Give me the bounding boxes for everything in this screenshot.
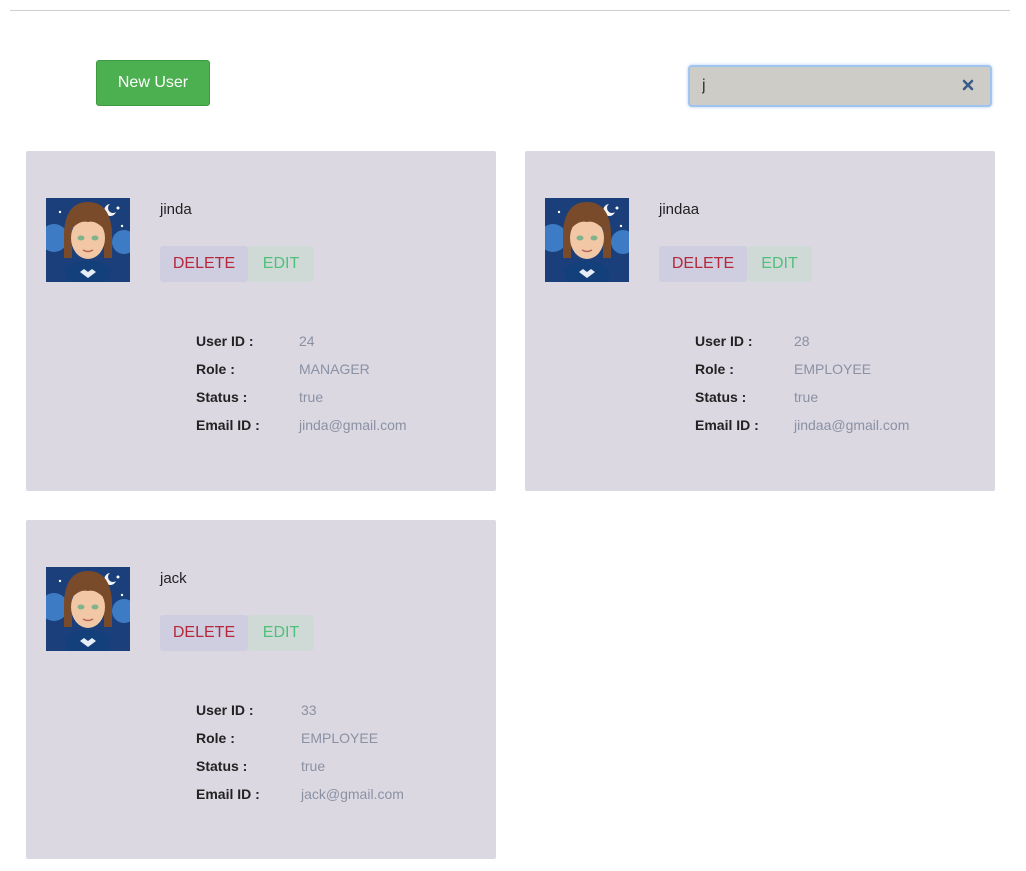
status-label: Status : bbox=[196, 389, 248, 405]
edit-button[interactable]: EDIT bbox=[248, 246, 314, 282]
user-name: jindaa bbox=[659, 201, 700, 218]
status-label: Status : bbox=[196, 758, 248, 774]
user-id-value: 28 bbox=[794, 333, 810, 349]
email-value: jack@gmail.com bbox=[301, 786, 404, 802]
role-label: Role : bbox=[695, 361, 734, 377]
avatar bbox=[539, 198, 635, 282]
user-card: jinda DELETE EDIT User ID : 24 Role : MANA… bbox=[26, 151, 496, 491]
user-name: jinda bbox=[160, 201, 192, 218]
user-id-value: 24 bbox=[299, 333, 315, 349]
role-label: Role : bbox=[196, 730, 235, 746]
close-icon[interactable] bbox=[960, 77, 976, 93]
status-value: true bbox=[299, 389, 324, 405]
user-card: jindaa DELETE EDIT User ID : 28 Role : EMP… bbox=[525, 151, 995, 491]
user-id-label: User ID : bbox=[196, 702, 254, 718]
status-value: true bbox=[794, 389, 819, 405]
email-label: Email ID : bbox=[695, 417, 759, 433]
edit-button[interactable]: EDIT bbox=[747, 246, 812, 282]
search-box[interactable] bbox=[688, 65, 992, 107]
avatar bbox=[40, 198, 136, 282]
role-value: MANAGER bbox=[299, 361, 370, 377]
user-id-value: 33 bbox=[301, 702, 317, 718]
new-user-button[interactable]: New User bbox=[96, 60, 210, 106]
role-value: EMPLOYEE bbox=[301, 730, 379, 746]
search-input[interactable] bbox=[702, 67, 952, 105]
user-id-label: User ID : bbox=[196, 333, 254, 349]
top-divider bbox=[10, 10, 1010, 11]
delete-button[interactable]: DELETE bbox=[160, 246, 248, 282]
delete-button[interactable]: DELETE bbox=[659, 246, 747, 282]
email-label: Email ID : bbox=[196, 417, 260, 433]
role-value: EMPLOYEE bbox=[794, 361, 872, 377]
email-value: jindaa@gmail.com bbox=[794, 417, 910, 433]
role-label: Role : bbox=[196, 361, 235, 377]
email-value: jinda@gmail.com bbox=[299, 417, 407, 433]
status-value: true bbox=[301, 758, 326, 774]
delete-button[interactable]: DELETE bbox=[160, 615, 248, 651]
edit-button[interactable]: EDIT bbox=[248, 615, 314, 651]
status-label: Status : bbox=[695, 389, 747, 405]
email-label: Email ID : bbox=[196, 786, 260, 802]
user-id-label: User ID : bbox=[695, 333, 753, 349]
avatar bbox=[40, 567, 136, 651]
user-name: jack bbox=[160, 570, 187, 587]
user-card: jack DELETE EDIT User ID : 33 Role : EMPLO… bbox=[26, 520, 496, 859]
